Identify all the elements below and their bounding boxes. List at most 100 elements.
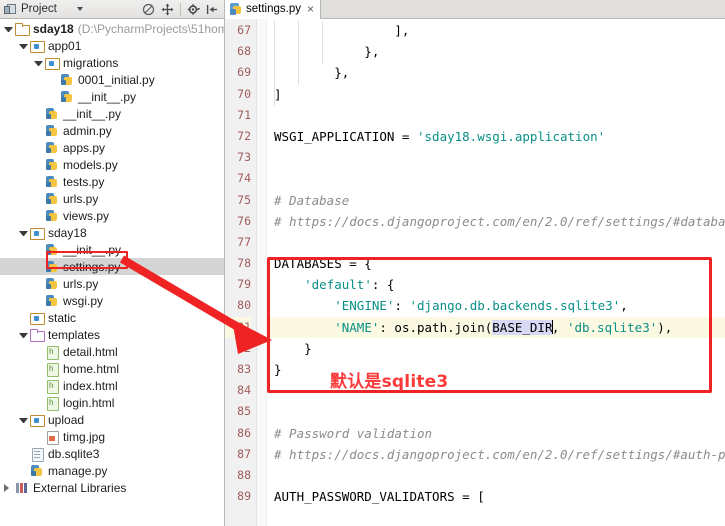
html-file-icon	[45, 396, 59, 410]
code-text-area[interactable]: ], }, },] WSGI_APPLICATION = 'sday18.wsg…	[267, 19, 725, 526]
tree-item-index-html[interactable]: index.html	[0, 377, 224, 394]
expand-arrow-icon[interactable]	[19, 231, 28, 236]
expand-arrow-icon[interactable]	[19, 418, 28, 423]
line-number: 70	[225, 84, 251, 105]
tree-item-external-libraries[interactable]: External Libraries	[0, 479, 224, 496]
python-file-icon	[230, 2, 242, 15]
line-number: 82	[225, 338, 251, 359]
tree-item-models-py[interactable]: models.py	[0, 156, 224, 173]
tree-item-detail-html[interactable]: detail.html	[0, 343, 224, 360]
tree-item-label: detail.html	[63, 345, 118, 359]
code-line[interactable]: 'NAME': os.path.join(BASE_DIR, 'db.sqlit…	[267, 317, 725, 338]
code-line[interactable]: # https://docs.djangoproject.com/en/2.0/…	[274, 444, 725, 465]
tree-item-label: __init__.py	[78, 90, 136, 104]
expand-arrow-icon[interactable]	[19, 333, 28, 338]
tree-item-0001-initial-py[interactable]: 0001_initial.py	[0, 71, 224, 88]
code-line[interactable]	[274, 168, 725, 189]
tree-item-static[interactable]: static	[0, 309, 224, 326]
code-token: ,	[552, 320, 567, 335]
code-line[interactable]: DATABASES = {	[274, 253, 725, 274]
code-token	[274, 320, 334, 335]
python-file-icon	[45, 141, 59, 155]
tree-item-label: timg.jpg	[63, 430, 105, 444]
python-file-icon	[45, 158, 59, 172]
tree-item-admin-py[interactable]: admin.py	[0, 122, 224, 139]
code-token: }	[274, 362, 282, 377]
tree-item-label: templates	[48, 328, 100, 342]
tree-item-home-html[interactable]: home.html	[0, 360, 224, 377]
line-number: 72	[225, 126, 251, 147]
tree-item-db-sqlite3[interactable]: db.sqlite3	[0, 445, 224, 462]
tree-item--init-py[interactable]: __init__.py	[0, 105, 224, 122]
line-number: 86	[225, 423, 251, 444]
code-line[interactable]: # Database	[274, 190, 725, 211]
line-number: 81	[225, 317, 251, 338]
chevron-down-icon[interactable]	[77, 7, 83, 11]
code-line[interactable]: },	[274, 62, 725, 83]
tab-settings-py[interactable]: settings.py ×	[225, 0, 321, 18]
tree-item--init-py[interactable]: __init__.py	[0, 241, 224, 258]
code-fold-column[interactable]	[257, 19, 267, 526]
line-number: 75	[225, 190, 251, 211]
project-tree[interactable]: sday18(D:\PycharmProjects\51homeapp01mig…	[0, 19, 225, 526]
code-line[interactable]	[274, 147, 725, 168]
tree-item-login-html[interactable]: login.html	[0, 394, 224, 411]
expand-arrow-icon[interactable]	[19, 44, 28, 49]
tree-item-label: __init__.py	[63, 243, 121, 257]
tree-item-label: models.py	[63, 158, 118, 172]
tree-item-urls-py[interactable]: urls.py	[0, 190, 224, 207]
code-line[interactable]: # https://docs.djangoproject.com/en/2.0/…	[274, 211, 725, 232]
main-content: sday18(D:\PycharmProjects\51homeapp01mig…	[0, 19, 725, 526]
code-token: ,	[620, 298, 628, 313]
code-line[interactable]: }	[274, 338, 725, 359]
line-number: 68	[225, 41, 251, 62]
code-line[interactable]: AUTH_PASSWORD_VALIDATORS = [	[274, 486, 725, 507]
code-line[interactable]	[274, 105, 725, 126]
code-token: WSGI_APPLICATION =	[274, 129, 417, 144]
tree-item-manage-py[interactable]: manage.py	[0, 462, 224, 479]
code-token: # Database	[274, 193, 349, 208]
tree-item-wsgi-py[interactable]: wsgi.py	[0, 292, 224, 309]
expand-arrow-icon[interactable]	[4, 484, 13, 492]
tree-item-sday18[interactable]: sday18	[0, 224, 224, 241]
close-icon[interactable]: ×	[307, 4, 314, 14]
code-line[interactable]: ],	[274, 20, 725, 41]
code-token: : os.path.join(	[379, 320, 492, 335]
code-line[interactable]: # Password validation	[274, 423, 725, 444]
code-line[interactable]	[274, 232, 725, 253]
tree-item--init-py[interactable]: __init__.py	[0, 88, 224, 105]
tree-item-tests-py[interactable]: tests.py	[0, 173, 224, 190]
collapse-all-icon[interactable]	[142, 3, 155, 16]
code-line[interactable]: 'ENGINE': 'django.db.backends.sqlite3',	[274, 295, 725, 316]
line-number: 67	[225, 20, 251, 41]
code-line[interactable]: WSGI_APPLICATION = 'sday18.wsgi.applicat…	[274, 126, 725, 147]
code-token: 'default'	[304, 277, 372, 292]
line-number: 77	[225, 232, 251, 253]
python-file-icon	[45, 277, 59, 291]
expand-arrow-icon[interactable]	[4, 27, 13, 32]
tree-item-migrations[interactable]: migrations	[0, 54, 224, 71]
code-line[interactable]: ]	[274, 84, 725, 105]
settings-gear-icon[interactable]	[187, 3, 200, 16]
tree-item-apps-py[interactable]: apps.py	[0, 139, 224, 156]
code-editor[interactable]: 6768697071727374757677787980818283848586…	[225, 19, 725, 526]
tree-item-sday18[interactable]: sday18(D:\PycharmProjects\51home	[0, 20, 224, 37]
tab-strip-empty-area	[321, 0, 725, 18]
code-line[interactable]	[274, 401, 725, 422]
python-file-icon	[60, 73, 74, 87]
tree-item-urls-py[interactable]: urls.py	[0, 275, 224, 292]
expand-all-icon[interactable]	[161, 3, 174, 16]
code-token	[274, 277, 304, 292]
code-token: # https://docs.djangoproject.com/en/2.0/…	[274, 214, 725, 229]
code-line[interactable]: },	[274, 41, 725, 62]
tree-item-timg-jpg[interactable]: timg.jpg	[0, 428, 224, 445]
tree-item-views-py[interactable]: views.py	[0, 207, 224, 224]
code-line[interactable]	[274, 465, 725, 486]
tree-item-settings-py[interactable]: settings.py	[0, 258, 224, 275]
expand-arrow-icon[interactable]	[34, 61, 43, 66]
code-line[interactable]: 'default': {	[274, 274, 725, 295]
tree-item-app01[interactable]: app01	[0, 37, 224, 54]
tree-item-upload[interactable]: upload	[0, 411, 224, 428]
hide-panel-icon[interactable]	[206, 3, 219, 16]
tree-item-templates[interactable]: templates	[0, 326, 224, 343]
